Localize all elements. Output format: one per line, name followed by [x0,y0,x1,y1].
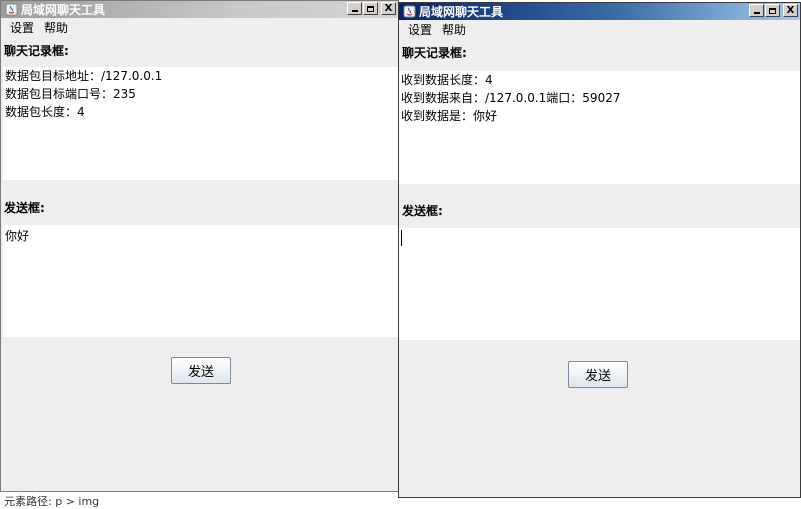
menu-bar: 设置 帮助 [399,20,800,39]
window-title: 局域网聊天工具 [419,5,504,19]
chat-log-label: 聊天记录框: [4,44,69,58]
menu-settings[interactable]: 设置 [403,21,437,38]
menu-help[interactable]: 帮助 [437,21,471,38]
text-caret [401,230,402,246]
java-app-icon [5,3,18,16]
maximize-icon [367,5,374,12]
maximize-button[interactable] [765,4,780,17]
java-app-icon [403,5,416,18]
chat-line: 数据包目标端口号：235 [5,87,136,101]
send-box-label: 发送框: [4,201,45,215]
close-button[interactable]: X [381,2,396,15]
send-button[interactable]: 发送 [568,361,628,388]
send-box-label: 发送框: [402,204,443,218]
maximize-button[interactable] [363,2,378,15]
chat-line: 数据包长度：4 [5,105,85,119]
chat-window-right: 局域网聊天工具 X 设置 帮助 聊天记录框: 收到数据长度：4 收到数据来自：/… [398,2,801,498]
window-title: 局域网聊天工具 [21,3,106,17]
minimize-button[interactable] [347,2,362,15]
send-input[interactable]: 你好 [3,225,398,337]
send-input-value [399,228,800,230]
chat-line: 收到数据是：你好 [401,109,498,123]
chat-line: 收到数据来自：/127.0.0.1端口：59027 [401,91,621,105]
send-input[interactable] [399,228,800,340]
minimize-button[interactable] [749,4,764,17]
close-button[interactable]: X [783,4,798,17]
menu-help[interactable]: 帮助 [39,19,73,36]
title-bar[interactable]: 局域网聊天工具 X [399,3,800,20]
minimize-icon [351,10,358,12]
chat-window-left: 局域网聊天工具 X 设置 帮助 聊天记录框: 数据包目标地址：/127.0.0.… [0,0,399,492]
background-path-text: 元素路径: p > img [4,495,100,508]
close-icon: X [786,4,795,16]
chat-log-area[interactable]: 收到数据长度：4 收到数据来自：/127.0.0.1端口：59027 收到数据是… [399,71,800,184]
chat-log-area[interactable]: 数据包目标地址：/127.0.0.1 数据包目标端口号：235 数据包长度：4 [3,67,398,180]
maximize-icon [769,7,776,14]
menu-settings[interactable]: 设置 [5,19,39,36]
chat-line: 收到数据长度：4 [401,73,493,87]
send-input-value: 你好 [5,229,30,243]
close-icon: X [384,2,393,14]
send-button[interactable]: 发送 [171,357,231,384]
menu-bar: 设置 帮助 [1,18,398,37]
title-bar[interactable]: 局域网聊天工具 X [1,1,398,18]
minimize-icon [753,12,760,14]
chat-line: 数据包目标地址：/127.0.0.1 [5,69,163,83]
chat-log-label: 聊天记录框: [402,46,467,60]
